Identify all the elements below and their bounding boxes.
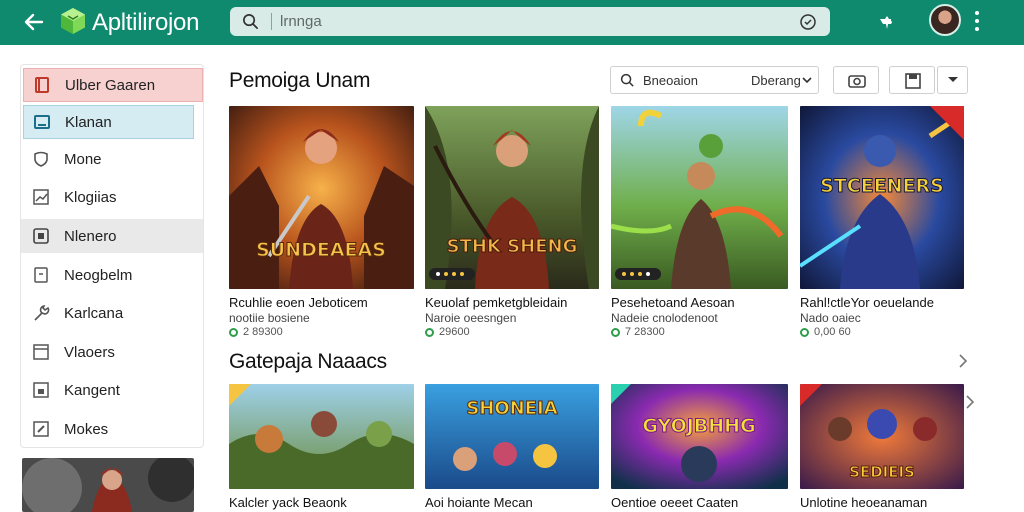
game-controller-icon[interactable] bbox=[874, 10, 900, 34]
game-thumbnail: SEDIEIS bbox=[800, 384, 964, 489]
carousel-dots bbox=[429, 268, 475, 280]
caret-down-icon bbox=[948, 77, 958, 82]
game-thumbnail: GYOJBHHG bbox=[611, 384, 788, 489]
screen-icon bbox=[34, 115, 50, 129]
shield-icon bbox=[34, 151, 48, 167]
search-icon bbox=[243, 14, 258, 29]
wrench-icon bbox=[34, 304, 50, 321]
card-meta: 29600 bbox=[425, 326, 470, 338]
book-icon bbox=[35, 77, 49, 93]
document-icon bbox=[34, 267, 48, 283]
sort-value: Dberang bbox=[751, 73, 801, 88]
card-title: Rahl!ctleYor oeuelande bbox=[800, 295, 934, 310]
sidebar-item-6[interactable]: Neogbelm bbox=[23, 258, 203, 292]
status-dot bbox=[800, 327, 809, 337]
window-icon bbox=[33, 344, 49, 360]
card-meta-value: 0,00 60 bbox=[814, 326, 851, 338]
list-view-button[interactable] bbox=[889, 66, 935, 94]
card-title: Oentioe oeeet Caaten bbox=[611, 495, 739, 510]
card-subtitle: Nadeie cnolodenoot bbox=[611, 311, 718, 325]
save-icon bbox=[905, 73, 921, 89]
sidebar-item-label: Nlenero bbox=[64, 227, 117, 245]
game-thumbnail: STHK SHENG bbox=[425, 106, 599, 289]
card-meta: 2 89300 bbox=[229, 326, 283, 338]
more-options-button[interactable] bbox=[937, 66, 968, 94]
card-overlay-title: SHONEIA bbox=[466, 398, 557, 419]
sidebar-item-1[interactable]: Ulber Gaaren bbox=[23, 68, 203, 102]
sidebar-item-5[interactable]: Nlenero bbox=[21, 219, 203, 253]
grid-view-button[interactable] bbox=[833, 66, 879, 94]
card-subtitle: Naroie oeesngen bbox=[425, 311, 517, 325]
status-dot bbox=[425, 327, 434, 337]
card-overlay-title: STCEENERS bbox=[820, 175, 944, 197]
card-title: Kalcler yack Beaonk bbox=[229, 495, 347, 510]
chart-icon bbox=[33, 189, 49, 205]
sidebar-item-4[interactable]: Klogiias bbox=[23, 180, 203, 214]
sidebar-item-label: Ulber Gaaren bbox=[65, 76, 156, 94]
voice-search-icon[interactable] bbox=[799, 13, 817, 31]
sidebar-item-label: Karlcana bbox=[64, 304, 124, 322]
sort-dropdown[interactable]: Bneoaion Dberang bbox=[610, 66, 819, 94]
sidebar-item-2[interactable]: Klanan bbox=[23, 105, 194, 139]
game-thumbnail bbox=[229, 384, 414, 489]
app-title: Apltilirojon bbox=[92, 9, 200, 36]
edit-icon bbox=[33, 421, 49, 437]
sidebar-item-7[interactable]: Karlcana bbox=[23, 296, 203, 330]
section-title-featured: Pemoiga Unam bbox=[229, 69, 371, 92]
search-icon bbox=[620, 73, 634, 87]
search-bar bbox=[230, 7, 830, 36]
game-thumbnail: STCEENERS bbox=[800, 106, 964, 289]
card-title: Aoi hoiante Mecan bbox=[425, 495, 533, 510]
card-title: Pesehetoand Aesoan bbox=[611, 295, 735, 310]
section-title-categories: Gatepaja Naaacs bbox=[229, 350, 387, 373]
card-meta-value: 29600 bbox=[439, 326, 470, 338]
status-dot bbox=[229, 327, 238, 337]
game-thumbnail: SUNDEAEAS bbox=[229, 106, 414, 289]
sidebar-item-9[interactable]: Kangent bbox=[23, 373, 203, 407]
card-meta: 7 28300 bbox=[611, 326, 665, 338]
sidebar-item-10[interactable]: Mokes bbox=[23, 412, 203, 446]
app-logo-icon bbox=[60, 7, 86, 35]
sidebar-item-label: Mone bbox=[64, 150, 102, 168]
card-overlay-title: SEDIEIS bbox=[849, 463, 915, 481]
card-meta-value: 7 28300 bbox=[625, 326, 665, 338]
square-icon bbox=[33, 228, 49, 244]
card-meta: 0,00 60 bbox=[800, 326, 851, 338]
card-overlay-title: STHK SHENG bbox=[447, 236, 578, 257]
sidebar-item-label: Kangent bbox=[64, 381, 120, 399]
sidebar-item-label: Klanan bbox=[65, 113, 112, 131]
sidebar-item-label: Vlaoers bbox=[64, 343, 115, 361]
card-subtitle: nootiie bosiene bbox=[229, 311, 310, 325]
card-title: Keuolaf pemketgbleidain bbox=[425, 295, 568, 310]
more-vertical-icon[interactable] bbox=[974, 11, 980, 33]
card-overlay-title: SUNDEAEAS bbox=[256, 239, 386, 261]
sidebar-item-label: Mokes bbox=[64, 420, 109, 438]
chevron-right-icon[interactable] bbox=[965, 395, 975, 409]
search-divider bbox=[271, 13, 272, 30]
game-thumbnail: SHONEIA bbox=[425, 384, 599, 489]
card-title: Unlotine heoeanaman bbox=[800, 495, 928, 510]
card-title: Rcuhlie eoen Jeboticem bbox=[229, 295, 368, 310]
lock-icon bbox=[33, 382, 49, 398]
card-subtitle: Nado oaiec bbox=[800, 311, 861, 325]
chevron-right-icon[interactable] bbox=[958, 354, 968, 368]
sidebar-promo-image[interactable] bbox=[22, 458, 194, 512]
status-dot bbox=[611, 327, 620, 337]
sidebar: Ulber Gaaren Klanan Mone Klogiias Nlener… bbox=[20, 64, 204, 448]
sidebar-item-3[interactable]: Mone bbox=[23, 142, 203, 176]
back-arrow-icon[interactable] bbox=[22, 10, 46, 34]
user-avatar[interactable] bbox=[929, 4, 961, 36]
sidebar-item-label: Klogiias bbox=[64, 188, 117, 206]
game-thumbnail bbox=[611, 106, 788, 289]
card-meta-value: 2 89300 bbox=[243, 326, 283, 338]
sidebar-item-label: Neogbelm bbox=[64, 266, 133, 284]
top-bar: Apltilirojon bbox=[0, 0, 1024, 45]
camera-icon bbox=[848, 75, 866, 88]
card-overlay-title: GYOJBHHG bbox=[642, 415, 755, 437]
sidebar-item-8[interactable]: Vlaoers bbox=[23, 335, 203, 369]
carousel-dots bbox=[615, 268, 661, 280]
sort-label: Bneoaion bbox=[643, 73, 698, 88]
search-input[interactable] bbox=[280, 11, 780, 32]
chevron-down-icon bbox=[802, 77, 812, 84]
